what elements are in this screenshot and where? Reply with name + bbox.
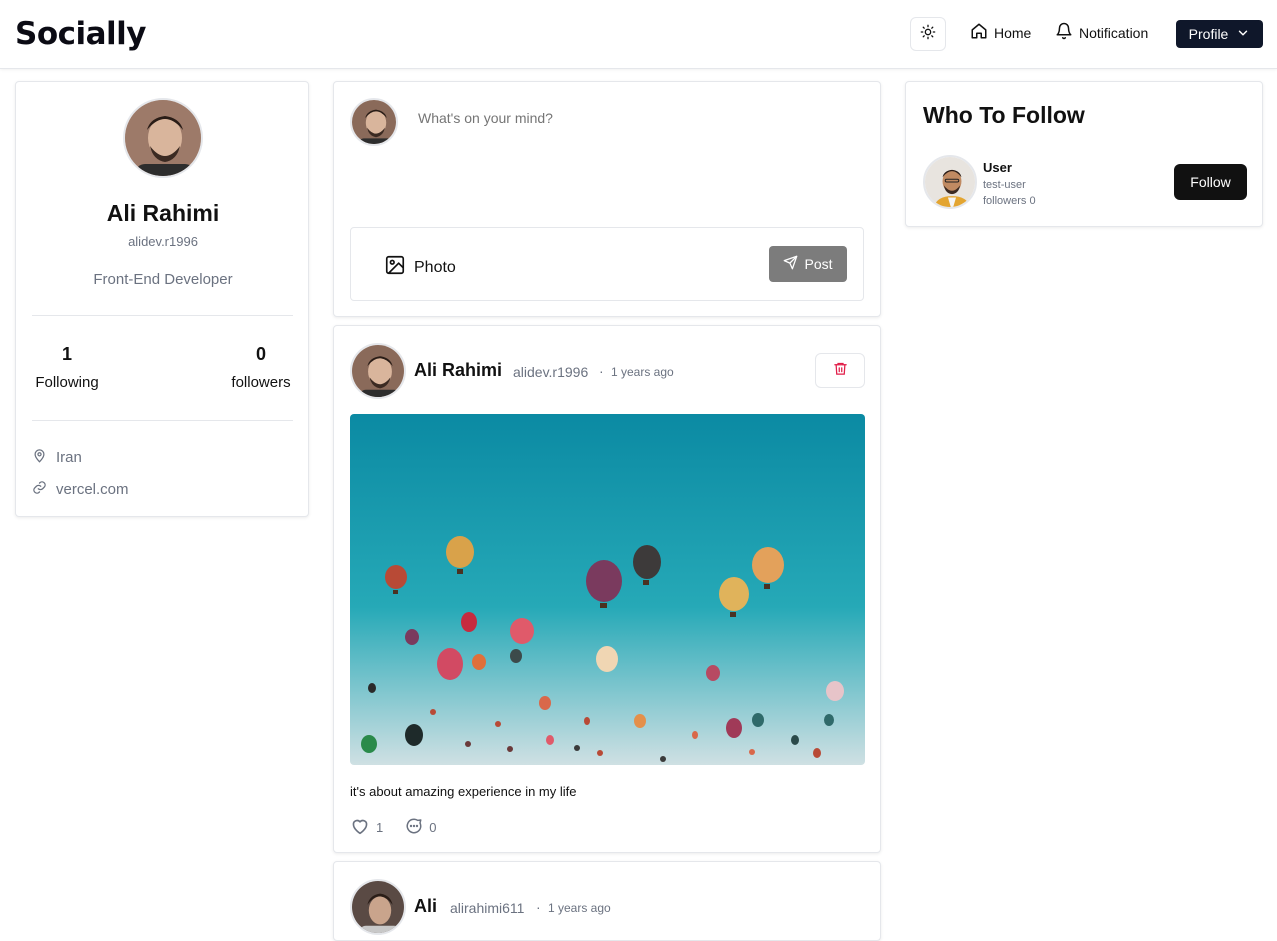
post-card: Ali alirahimi611 · 1 years ago: [333, 861, 881, 941]
who-to-follow-card: Who To Follow User test-user followers 0…: [905, 81, 1263, 227]
nav-notification-link[interactable]: Notification: [1055, 22, 1148, 43]
nav-home-label: Home: [994, 24, 1032, 41]
profile-name: Ali Rahimi: [106, 200, 220, 226]
divider: [32, 315, 293, 316]
profile-bio: Front-End Developer: [93, 271, 233, 288]
post-actions: 1 0: [350, 817, 436, 838]
send-icon: [783, 255, 798, 273]
profile-dropdown-button[interactable]: Profile: [1176, 20, 1263, 48]
post-button-label: Post: [804, 256, 833, 272]
comment-count: 0: [429, 820, 437, 835]
post-text-input[interactable]: [418, 110, 858, 126]
composer-toolbar: Photo Post: [350, 227, 864, 301]
comment-icon: [405, 817, 423, 838]
divider: [32, 420, 293, 421]
location-text: Iran: [56, 449, 82, 466]
post-timestamp: 1 years ago: [611, 365, 674, 379]
delete-post-button[interactable]: [815, 353, 865, 388]
separator-dot: ·: [536, 899, 541, 915]
post-text: it's about amazing experience in my life: [350, 784, 577, 799]
like-button[interactable]: 1: [350, 817, 383, 838]
photo-label: Photo: [414, 258, 456, 276]
suggested-user-handle: test-user: [983, 179, 1026, 191]
separator-dot: ·: [599, 363, 604, 379]
avatar: [350, 98, 398, 146]
image-icon: [384, 254, 406, 281]
nav-home-link[interactable]: Home: [970, 22, 1031, 43]
location-row: Iran: [32, 448, 82, 467]
nav-notification-label: Notification: [1079, 24, 1149, 41]
like-count: 1: [376, 820, 384, 835]
post-author-handle: alirahimi611: [450, 900, 525, 916]
trash-icon: [833, 361, 848, 381]
post-button[interactable]: Post: [769, 246, 847, 282]
post-author-handle: alidev.r1996: [513, 364, 589, 380]
post-composer: Photo Post: [333, 81, 881, 317]
bell-icon: [1055, 22, 1073, 43]
post-card: Ali Rahimi alidev.r1996 · 1 years ago it…: [333, 325, 881, 853]
suggested-user-followers: followers 0: [983, 195, 1036, 207]
sun-icon: [920, 24, 936, 45]
post-author-name[interactable]: Ali: [414, 896, 437, 917]
post-timestamp: 1 years ago: [548, 901, 611, 915]
home-icon: [970, 22, 988, 43]
chevron-down-icon: [1236, 26, 1250, 43]
following-count: 1: [61, 344, 72, 364]
following-label: Following: [35, 374, 99, 391]
post-author-name[interactable]: Ali Rahimi: [414, 360, 502, 381]
followers-label: followers: [231, 374, 291, 391]
comment-button[interactable]: 0: [405, 817, 436, 838]
followers-stat[interactable]: 0 followers: [226, 344, 296, 391]
avatar[interactable]: [923, 155, 977, 209]
website-row[interactable]: vercel.com: [32, 480, 129, 499]
top-navbar: Socially Home Notification Profile: [0, 0, 1277, 69]
website-link[interactable]: vercel.com: [56, 481, 129, 498]
add-photo-button[interactable]: Photo: [384, 254, 456, 281]
follow-button[interactable]: Follow: [1174, 164, 1247, 200]
profile-handle: alidev.r1996: [128, 234, 198, 249]
link-icon: [32, 480, 47, 499]
avatar[interactable]: [123, 98, 203, 178]
heart-icon: [350, 817, 370, 838]
theme-toggle-button[interactable]: [910, 17, 946, 51]
avatar[interactable]: [350, 343, 406, 399]
who-to-follow-title: Who To Follow: [923, 102, 1085, 128]
suggested-user-name[interactable]: User: [983, 160, 1012, 175]
post-image[interactable]: [350, 414, 865, 765]
following-stat[interactable]: 1 Following: [32, 344, 102, 391]
avatar[interactable]: [350, 879, 406, 935]
map-pin-icon: [32, 448, 47, 467]
brand-logo[interactable]: Socially: [15, 16, 147, 52]
profile-button-label: Profile: [1188, 26, 1229, 42]
profile-card: Ali Rahimi alidev.r1996 Front-End Develo…: [15, 81, 309, 517]
followers-count: 0: [255, 344, 266, 364]
